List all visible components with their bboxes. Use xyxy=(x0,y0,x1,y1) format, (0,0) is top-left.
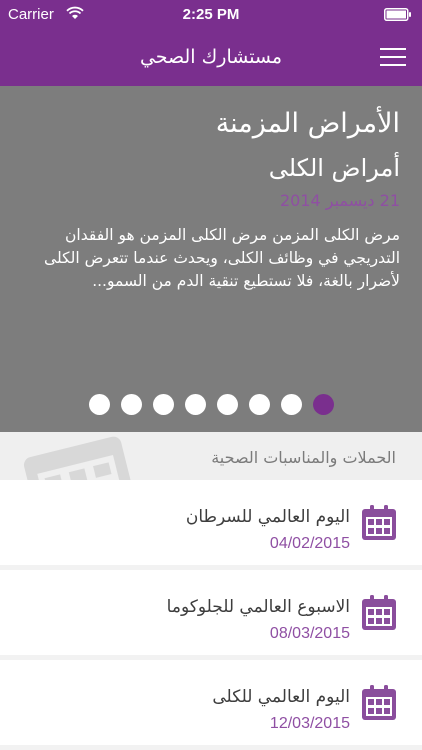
list-item[interactable]: اليوم العالمي للسرطان 04/02/2015 xyxy=(0,480,422,565)
featured-title: أمراض الكلى xyxy=(268,154,400,182)
featured-category: الأمراض المزمنة xyxy=(215,108,400,139)
featured-date: 21 ديسمبر 2014 xyxy=(279,191,400,210)
app-title: مستشارك الصحي xyxy=(139,46,283,68)
list-item[interactable]: الاسبوع العالمي للجلوكوما 08/03/2015 xyxy=(0,570,422,655)
page-dot[interactable] xyxy=(88,394,110,415)
navigation-bar: مستشارك الصحي xyxy=(0,30,422,86)
section-title: الحملات والمناسبات الصحية xyxy=(211,448,396,467)
battery-icon xyxy=(384,8,412,26)
events-list: اليوم العالمي للسرطان 04/02/2015 الاسبوع… xyxy=(0,480,422,750)
page-dot[interactable] xyxy=(120,394,142,415)
status-time: 2:25 PM xyxy=(182,6,240,23)
list-item[interactable]: اليوم العالمي للكلى 12/03/2015 xyxy=(0,660,422,745)
event-title: الاسبوع العالمي للجلوكوما xyxy=(166,597,350,617)
page-dot[interactable] xyxy=(184,394,206,415)
event-date: 12/03/2015 xyxy=(269,715,350,732)
page-dot[interactable] xyxy=(312,394,334,415)
section-header: الحملات والمناسبات الصحية xyxy=(0,432,422,480)
page-indicator xyxy=(0,394,422,416)
calendar-icon xyxy=(15,432,142,480)
event-title: اليوم العالمي للسرطان xyxy=(185,507,350,527)
featured-article-carousel[interactable]: الأمراض المزمنة أمراض الكلى 21 ديسمبر 20… xyxy=(0,86,422,432)
calendar-icon xyxy=(360,684,398,726)
page-dot[interactable] xyxy=(152,394,174,415)
featured-excerpt: مرض الكلى المزمن مرض الكلى المزمن هو الف… xyxy=(44,226,400,290)
calendar-icon xyxy=(360,594,398,636)
event-date: 04/02/2015 xyxy=(269,535,350,552)
calendar-icon xyxy=(360,504,398,546)
event-date: 08/03/2015 xyxy=(269,625,350,642)
page-dot[interactable] xyxy=(280,394,302,415)
event-title: اليوم العالمي للكلى xyxy=(212,687,350,707)
status-bar: Carrier 2:25 PM xyxy=(0,0,422,30)
page-dot[interactable] xyxy=(248,394,270,415)
hamburger-icon[interactable] xyxy=(380,44,406,70)
page-dot[interactable] xyxy=(216,394,238,415)
